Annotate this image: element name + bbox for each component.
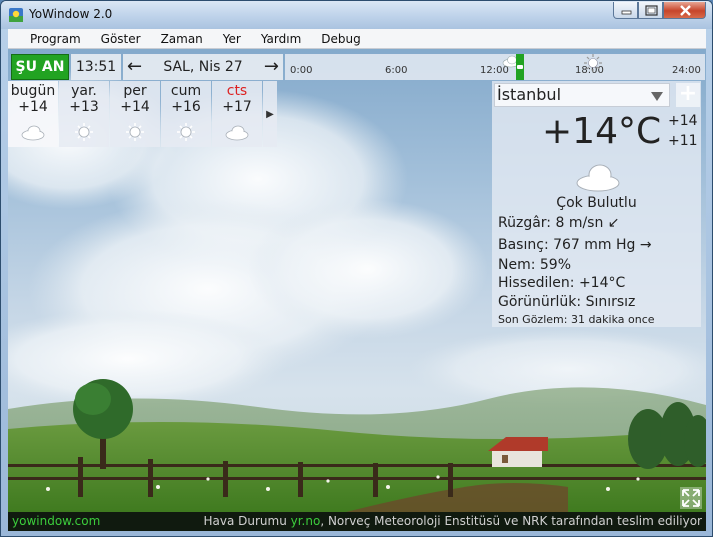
credit-suffix: , Norveç Meteoroloji Enstitüsü ve NRK ta… — [320, 514, 702, 528]
forecast-day-name: cts — [226, 83, 248, 99]
forecast-day[interactable]: yar. +13 — [59, 81, 109, 147]
maximize-button[interactable] — [638, 2, 663, 19]
sun-icon — [177, 123, 195, 141]
forecast-day-name: cum — [170, 83, 202, 99]
high-temperature: +14 — [668, 113, 698, 129]
timeline-label: 6:00 — [385, 65, 408, 76]
humidity-row: Nem: 59% — [498, 257, 572, 273]
menu-goster[interactable]: Göster — [93, 32, 149, 46]
cloud-icon — [576, 164, 620, 192]
prev-day-arrow-icon[interactable]: ← — [127, 58, 142, 76]
forecast-day-name: per — [123, 83, 147, 99]
current-temperature: +14°C — [542, 111, 662, 152]
timeline-sun-icon — [584, 54, 602, 72]
menu-debug[interactable]: Debug — [313, 32, 368, 46]
minimize-button[interactable] — [613, 2, 638, 19]
forecast-day[interactable]: cts +17 — [212, 81, 262, 147]
yr-no-link[interactable]: yr.no — [291, 514, 321, 528]
city-selector[interactable]: İstanbul — [494, 83, 670, 107]
close-button[interactable] — [663, 2, 706, 19]
feels-like-row: Hissedilen: +14°C — [498, 275, 626, 291]
status-bar: yowindow.com Hava Durumu yr.no, Norveç M… — [8, 512, 706, 531]
forecast-day-name: bugün — [10, 83, 56, 99]
forecast-more-arrow-icon[interactable]: ▶ — [263, 81, 277, 147]
current-conditions-panel: İstanbul + +14°C +14 +11 Çok Bulutlu Rüz… — [492, 81, 701, 327]
menu-bar: Program Göster Zaman Yer Yardım Debug — [8, 29, 706, 49]
yowindow-site-link[interactable]: yowindow.com — [12, 514, 100, 528]
yowindow-logo-icon — [9, 8, 23, 22]
menu-program[interactable]: Program — [22, 32, 89, 46]
forecast-day[interactable]: cum +16 — [161, 81, 211, 147]
weather-view: Program Göster Zaman Yer Yardım Debug ŞU… — [8, 29, 706, 531]
forecast-day-temp: +17 — [222, 99, 252, 115]
forecast-day-temp: +14 — [18, 99, 48, 115]
menu-zaman[interactable]: Zaman — [153, 32, 211, 46]
credit-prefix: Hava Durumu — [203, 514, 291, 528]
cloud-icon — [21, 125, 45, 141]
close-icon — [680, 5, 691, 16]
menu-yer[interactable]: Yer — [215, 32, 249, 46]
minimize-icon — [621, 10, 632, 15]
low-temperature: +11 — [668, 133, 698, 149]
add-location-button[interactable]: + — [676, 83, 700, 107]
visibility-row: Görünürlük: Sınırsız — [498, 294, 636, 310]
date-navigator: ← SAL, Nis 27 → — [123, 54, 283, 80]
day-timeline[interactable]: 0:00 6:00 12:00 18:00 24:00 — [285, 54, 705, 80]
current-time: 13:51 — [71, 54, 121, 80]
forecast-strip: bugün +14 yar. +13 per +14 cum +16 cts +… — [8, 81, 277, 147]
forecast-day-name: yar. — [71, 83, 97, 99]
pressure-row: Basınç: 767 mm Hg → — [498, 237, 652, 253]
last-observation-row: Son Gözlem: 31 dakika once — [498, 313, 655, 326]
condition-text: Çok Bulutlu — [556, 195, 637, 211]
window-title: YoWindow 2.0 — [29, 7, 113, 21]
landscape-scene — [8, 379, 706, 514]
time-bar: ŞU AN 13:51 ← SAL, Nis 27 → 0:00 6:00 12… — [8, 51, 706, 81]
timeline-handle[interactable] — [516, 54, 524, 80]
forecast-day-temp: +14 — [120, 99, 150, 115]
forecast-day-temp: +13 — [69, 99, 99, 115]
forecast-day[interactable]: bugün +14 — [8, 81, 58, 147]
window-controls — [613, 2, 706, 19]
forecast-day[interactable]: per +14 — [110, 81, 160, 147]
current-date: SAL, Nis 27 — [163, 59, 243, 75]
fullscreen-expand-icon[interactable] — [680, 487, 702, 509]
timeline-label: 0:00 — [290, 65, 313, 76]
handle-grip-icon — [517, 65, 523, 69]
timeline-label: 24:00 — [672, 65, 701, 76]
now-button[interactable]: ŞU AN — [11, 54, 69, 80]
chevron-down-icon[interactable] — [651, 92, 663, 101]
maximize-icon — [645, 5, 658, 16]
sun-icon — [75, 123, 93, 141]
city-name: İstanbul — [497, 85, 562, 104]
sun-icon — [126, 123, 144, 141]
next-day-arrow-icon[interactable]: → — [264, 58, 279, 76]
app-window: YoWindow 2.0 Program Göster Zaman Yer Ya… — [0, 0, 713, 537]
title-bar[interactable]: YoWindow 2.0 — [1, 1, 712, 29]
wind-row: Rüzgâr: 8 m/sn ↙ — [498, 215, 620, 231]
forecast-day-temp: +16 — [171, 99, 201, 115]
cloud-icon — [225, 125, 249, 141]
data-source-credit: Hava Durumu yr.no, Norveç Meteoroloji En… — [203, 514, 702, 528]
menu-yardim[interactable]: Yardım — [253, 32, 309, 46]
